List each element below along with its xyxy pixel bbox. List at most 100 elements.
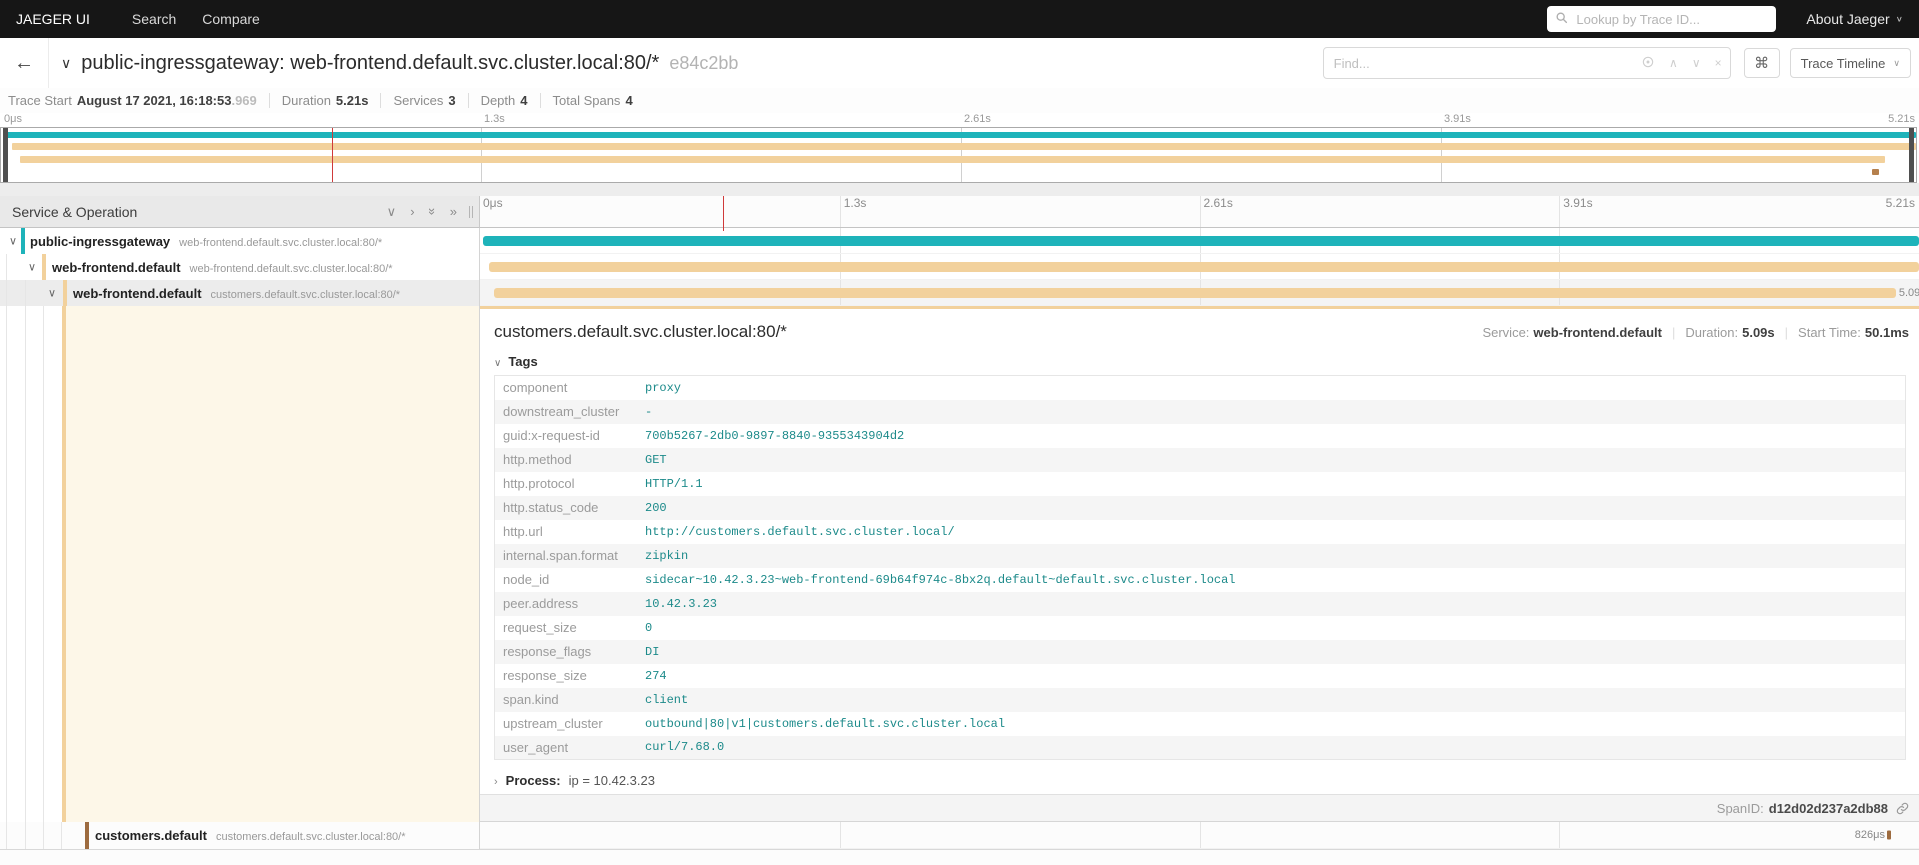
- span-row: ∨ public-ingressgateway web-frontend.defa…: [0, 228, 1919, 254]
- span-duration-bar[interactable]: [1887, 830, 1892, 840]
- span-row-label[interactable]: customers.default customers.default.svc.c…: [0, 822, 480, 849]
- find-box[interactable]: ∧ ∨ ×: [1322, 47, 1731, 79]
- minimap-span-bar: [4, 132, 1916, 138]
- minimap-left-drag-handle[interactable]: [3, 128, 8, 182]
- column-resizer[interactable]: [469, 205, 473, 218]
- span-duration-label: 5.09s: [1898, 286, 1919, 299]
- find-prev-icon[interactable]: ∧: [1669, 56, 1678, 70]
- timeline-minimap[interactable]: [0, 127, 1917, 183]
- span-bar-track[interactable]: [480, 228, 1919, 254]
- minimap-right-drag-handle[interactable]: [1909, 128, 1914, 182]
- minimap-axis: 0μs 1.3s 2.61s 3.91s 5.21s: [4, 113, 1915, 125]
- span-detail-row: customers.default.svc.cluster.local:80/*…: [0, 306, 1919, 822]
- tag-row: node_id sidecar~10.42.3.23~web-frontend-6…: [503, 572, 1236, 587]
- tag-row: span.kind client: [494, 687, 1906, 712]
- span-color-bar: [85, 822, 89, 849]
- tag-row: request_size 0: [503, 620, 653, 635]
- tag-row: http.method GET: [494, 447, 1906, 472]
- collapse-trace-chevron-icon[interactable]: ∨: [61, 55, 71, 72]
- focus-target-icon[interactable]: [1641, 55, 1655, 72]
- collapse-chevron-icon[interactable]: ∨: [28, 261, 36, 274]
- span-duration-bar[interactable]: [482, 235, 1919, 246]
- collapse-one-icon[interactable]: ∨: [387, 205, 397, 218]
- about-jaeger-menu[interactable]: About Jaeger ∨: [1806, 11, 1903, 27]
- chevron-down-icon: ∨: [1893, 57, 1900, 68]
- span-row-label[interactable]: ∨ public-ingressgateway web-frontend.defa…: [0, 228, 480, 254]
- span-row: customers.default customers.default.svc.c…: [0, 822, 1919, 850]
- trace-duration: Duration 5.21s: [268, 93, 368, 108]
- back-button[interactable]: ←: [0, 38, 49, 88]
- app-brand[interactable]: JAEGER UI: [0, 11, 106, 27]
- keyboard-shortcuts-button[interactable]: ⌘: [1743, 48, 1780, 78]
- span-bar-track[interactable]: 826μs: [480, 822, 1919, 849]
- tag-row: upstream_cluster outbound|80|v1|customers…: [503, 716, 1006, 731]
- trace-page-header: ← ∨ public-ingressgateway: web-frontend.…: [0, 38, 1919, 89]
- trace-view-label: Trace Timeline: [1800, 55, 1886, 71]
- tag-row: response_flags DI: [494, 639, 1906, 664]
- trace-services: Services 3: [380, 93, 456, 108]
- span-id-value: d12d02d237a2db88: [1768, 800, 1888, 816]
- find-input[interactable]: [1331, 54, 1642, 72]
- nav-item-search[interactable]: Search: [132, 11, 176, 27]
- search-icon: [1555, 11, 1568, 27]
- find-icons: ∧ ∨ ×: [1641, 55, 1722, 72]
- chevron-down-icon: ∨: [494, 358, 502, 369]
- tag-row: response_size 274: [503, 668, 667, 683]
- jaeger-trace-page: JAEGER UI Search Compare About Jaeger ∨ …: [0, 0, 1919, 865]
- find-next-icon[interactable]: ∨: [1692, 56, 1701, 70]
- tag-row: component proxy: [503, 380, 682, 396]
- tags-section-toggle[interactable]: ∨ Tags: [494, 354, 1919, 369]
- tag-row: internal.span.format zipkin: [494, 543, 1906, 568]
- span-color-bar: [21, 228, 25, 254]
- span-bar-track[interactable]: 5.09s: [480, 280, 1919, 306]
- tag-row: guid:x-request-id 700b5267-2db0-9897-8840…: [503, 428, 905, 443]
- trace-start: Trace Start August 17 2021, 16:18:53 .96…: [8, 93, 257, 108]
- span-detail-title: customers.default.svc.cluster.local:80/*: [494, 322, 787, 341]
- link-icon[interactable]: [1896, 802, 1909, 815]
- service-operation-header: Service & Operation ∨ › » »: [0, 196, 480, 228]
- span-color-bar: [42, 254, 46, 280]
- trace-title: public-ingressgateway: web-frontend.defa…: [81, 51, 660, 74]
- span-duration-bar[interactable]: [494, 287, 1896, 298]
- span-row-label[interactable]: ∨ web-frontend.default customers.default.…: [0, 280, 480, 306]
- span-row: ∨ web-frontend.default web-frontend.defau…: [0, 254, 1919, 280]
- trace-view-dropdown[interactable]: Trace Timeline ∨: [1789, 48, 1911, 78]
- separator-band: [0, 183, 1919, 196]
- trace-summary-bar: Trace Start August 17 2021, 16:18:53 .96…: [0, 88, 1919, 113]
- span-duration-label: 826μs: [1854, 829, 1885, 841]
- trace-total-spans: Total Spans 4: [539, 93, 633, 108]
- span-detail-panel: customers.default.svc.cluster.local:80/*…: [480, 306, 1919, 822]
- span-duration-bar[interactable]: [488, 261, 1919, 272]
- tag-row: user_agent curl/7.68.0: [494, 735, 1906, 760]
- expand-one-icon[interactable]: ›: [410, 205, 414, 218]
- tag-row: downstream_cluster -: [494, 399, 1906, 424]
- expand-all-icon[interactable]: »: [450, 205, 457, 218]
- service-operation-title: Service & Operation: [12, 203, 138, 220]
- chevron-down-icon: ∨: [1895, 14, 1903, 24]
- timeline-header: Service & Operation ∨ › » » 0μs 1.3s 2.6…: [0, 196, 1919, 228]
- chevron-right-icon: ›: [494, 776, 498, 788]
- tag-row: http.url http://customers.default.svc.clu…: [503, 524, 955, 539]
- span-bar-track[interactable]: [480, 254, 1919, 280]
- collapse-chevron-icon[interactable]: ∨: [48, 287, 56, 300]
- process-section-toggle[interactable]: › Process: ip = 10.42.3.23: [494, 773, 1919, 788]
- span-row-label[interactable]: ∨ web-frontend.default web-frontend.defau…: [0, 254, 480, 280]
- trace-lookup-box[interactable]: [1547, 6, 1777, 32]
- collapse-chevron-icon[interactable]: ∨: [9, 235, 17, 248]
- nav-item-compare[interactable]: Compare: [202, 11, 260, 27]
- find-clear-icon[interactable]: ×: [1715, 56, 1722, 70]
- about-jaeger-label: About Jaeger: [1806, 11, 1890, 27]
- minimap-span-bar: [20, 156, 1886, 163]
- timeline-cursor-line: [723, 196, 724, 231]
- tag-row: http.protocol HTTP/1.1: [503, 476, 703, 491]
- timeline-axis: 0μs 1.3s 2.61s 3.91s 5.21s: [480, 196, 1919, 228]
- minimap-span-bar: [12, 143, 1916, 150]
- trace-lookup-input[interactable]: [1574, 10, 1769, 28]
- trace-id: e84c2bb: [669, 52, 739, 73]
- tag-row: peer.address 10.42.3.23: [494, 591, 1906, 616]
- collapse-all-icon[interactable]: »: [425, 208, 440, 215]
- trace-depth: Depth 4: [467, 93, 528, 108]
- minimap-cursor-line: [332, 128, 333, 182]
- top-nav: JAEGER UI Search Compare About Jaeger ∨: [0, 0, 1919, 38]
- span-color-bar: [63, 280, 67, 306]
